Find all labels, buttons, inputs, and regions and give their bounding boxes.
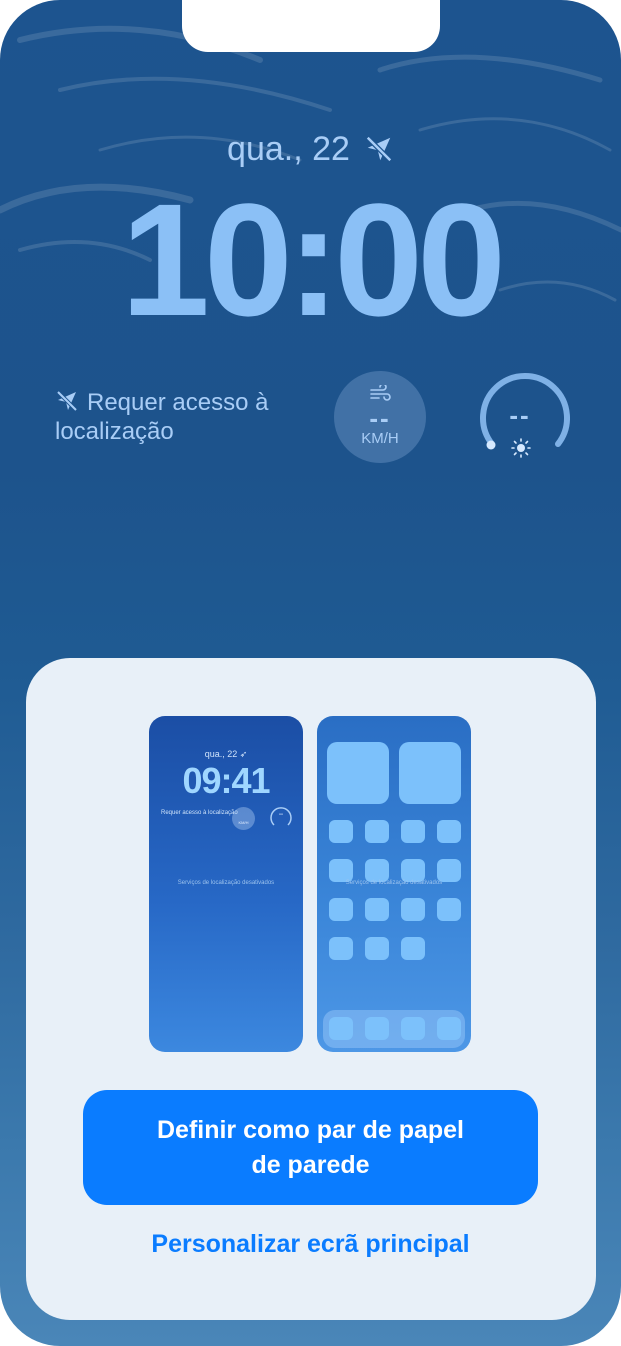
preview-dock-icon (437, 1017, 461, 1040)
home-screen-preview[interactable]: Serviços de localização desativados (317, 716, 471, 1052)
lock-clock[interactable]: 10:00 (0, 180, 621, 340)
preview-app-icon (329, 898, 353, 921)
preview-app-icon (437, 898, 461, 921)
preview-app-icon (365, 820, 389, 843)
preview-app-icon (437, 820, 461, 843)
customize-home-screen-link[interactable]: Personalizar ecrã principal (0, 1230, 621, 1259)
preview-gauge (270, 807, 292, 826)
gauge-dot (486, 440, 496, 450)
lock-screen-preview[interactable]: qua., 22 ➶ 09:41 Requer acesso à localiz… (149, 716, 303, 1052)
wind-icon (370, 385, 391, 401)
wind-widget[interactable]: -- KM/H (334, 371, 426, 463)
preview-app-icon (329, 820, 353, 843)
uv-gauge-widget[interactable]: -- (470, 368, 570, 468)
uv-value: -- (509, 400, 531, 430)
lock-date-text: qua., 22 (227, 130, 350, 168)
preview-app-icon (437, 859, 461, 882)
location-slash-icon: ➶ (239, 749, 248, 759)
camera-notch (182, 0, 440, 52)
preview-wind-widget: KM/H (232, 807, 255, 830)
preview-dock (323, 1010, 465, 1048)
preview-dock-icon (329, 1017, 353, 1040)
preview-date: qua., 22 ➶ (204, 749, 248, 759)
preview-wind-unit: KM/H (238, 820, 249, 825)
preview-app-icon (401, 898, 425, 921)
preview-widget (327, 742, 389, 804)
preview-clock: 09:41 (182, 760, 270, 801)
preview-dock-icon (365, 1017, 389, 1040)
preview-app-icon (365, 859, 389, 882)
set-wallpaper-pair-button[interactable]: Definir como par de papel de parede (83, 1090, 538, 1205)
preview-app-icon (401, 937, 425, 960)
preview-dock-icon (401, 1017, 425, 1040)
location-widget-text: Requer acesso à localização (55, 389, 269, 445)
location-slash-icon (56, 390, 78, 412)
lock-screen-wallpaper: qua., 22 10:00 Requer acesso à localizaç… (0, 0, 621, 1346)
preview-widget (399, 742, 461, 804)
sun-icon (511, 438, 531, 458)
preview-app-icon (365, 937, 389, 960)
location-slash-icon (365, 135, 392, 163)
preview-services-text: Serviços de localização desativados (177, 880, 275, 886)
wind-unit: KM/H (361, 430, 399, 447)
location-widget[interactable]: Requer acesso à localização (55, 388, 315, 446)
preview-app-icon (329, 937, 353, 960)
wallpaper-pair-sheet (26, 658, 596, 1320)
lock-date: qua., 22 (0, 130, 621, 169)
preview-location-text: Requer acesso à localização (161, 810, 238, 816)
preview-app-icon (401, 859, 425, 882)
preview-app-icon (365, 898, 389, 921)
preview-app-icon (401, 820, 425, 843)
preview-gauge-value: -- (279, 812, 283, 818)
home-preview-services-text: Serviços de localização desativados (345, 880, 443, 886)
preview-app-icon (329, 859, 353, 882)
